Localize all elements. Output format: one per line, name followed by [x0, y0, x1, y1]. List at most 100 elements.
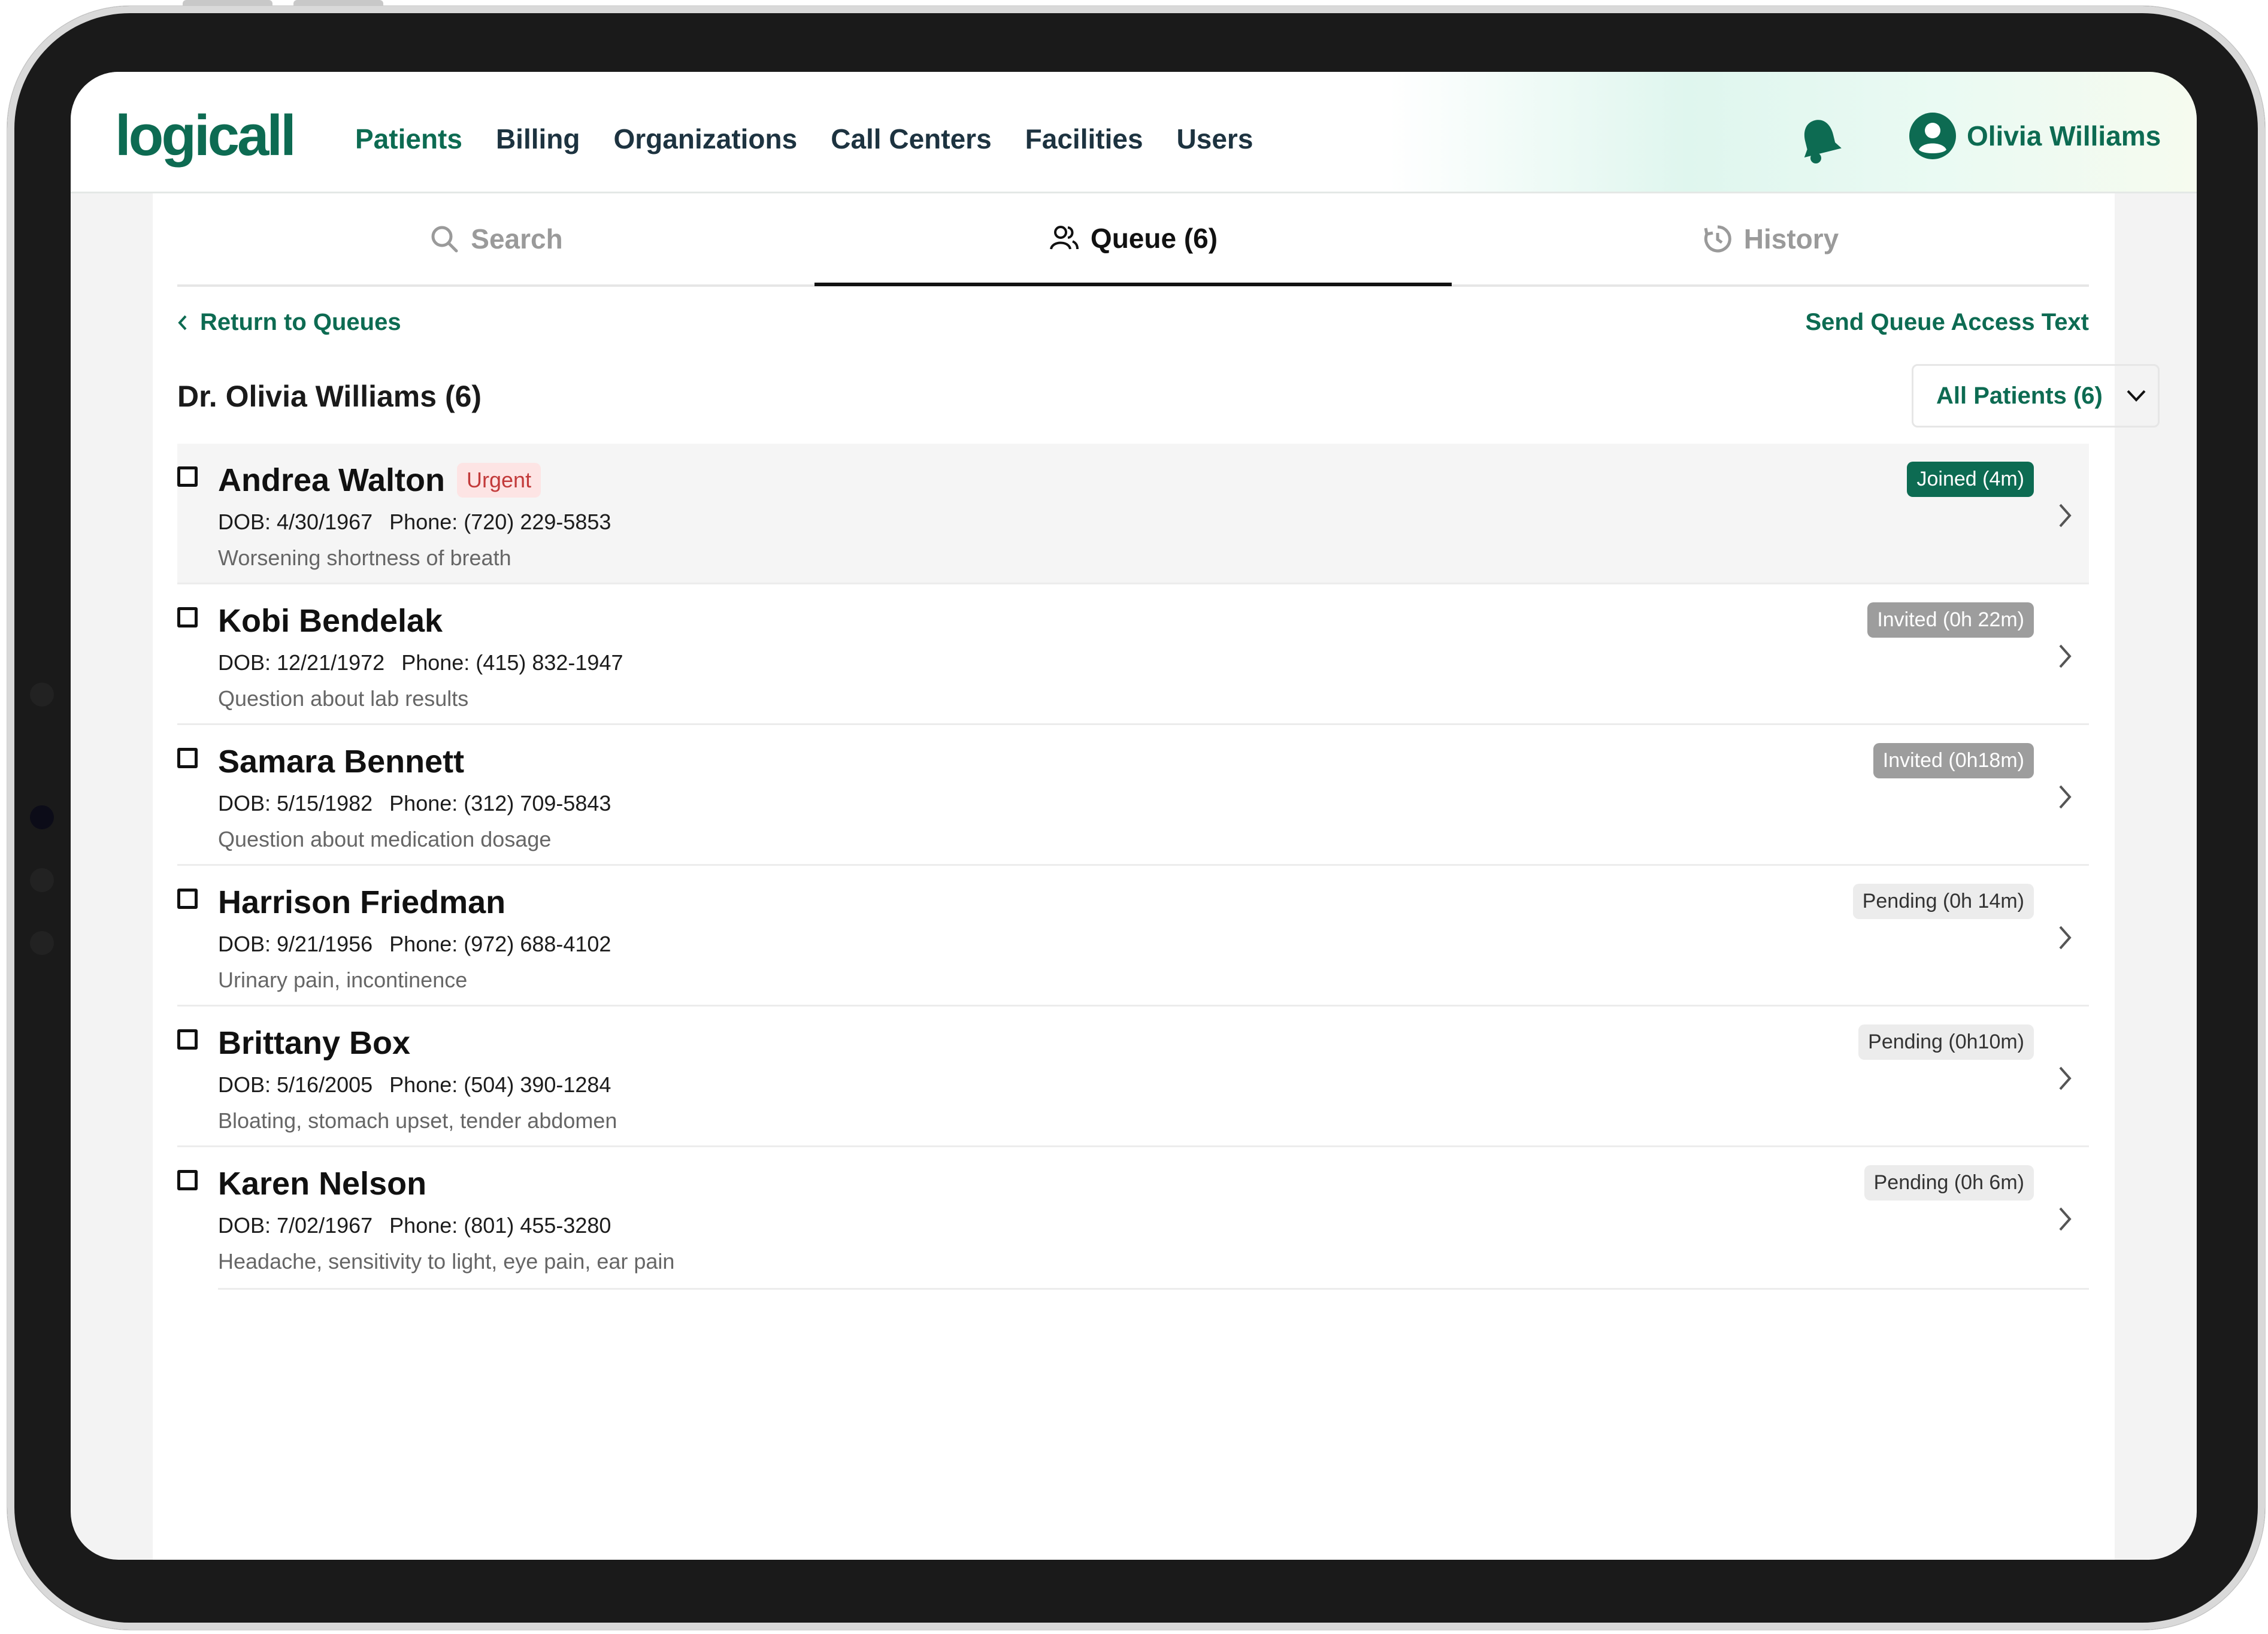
patient-phone: Phone: (720) 229-5853	[389, 510, 611, 534]
patient-dob: DOB: 7/02/1967	[218, 1213, 373, 1238]
status-badge: Invited (0h 22m)	[1867, 602, 2034, 638]
nav-call-centers[interactable]: Call Centers	[831, 123, 991, 155]
camera-dot	[30, 683, 54, 707]
row-checkbox[interactable]	[177, 889, 198, 909]
nav-facilities[interactable]: Facilities	[1025, 123, 1143, 155]
row-checkbox[interactable]	[177, 748, 198, 768]
patient-info: DOB: 5/15/1982 Phone: (312) 709-5843	[218, 791, 611, 816]
tab-search-label: Search	[471, 223, 563, 254]
tab-bar: Search Queue (6) History	[177, 193, 2089, 287]
patient-name-text: Andrea Walton	[218, 462, 446, 498]
patient-filter-select[interactable]: All Patients (6)	[1912, 364, 2160, 428]
device-button	[293, 0, 383, 6]
list-item[interactable]: Karen Nelson DOB: 7/02/1967 Phone: (801) …	[177, 1147, 2089, 1290]
chevron-left-icon	[178, 315, 187, 330]
device-button	[183, 0, 272, 6]
patient-phone: Phone: (504) 390-1284	[389, 1072, 611, 1097]
chevron-down-icon	[2127, 390, 2146, 402]
nav-users[interactable]: Users	[1177, 123, 1253, 155]
status-badge: Invited (0h18m)	[1873, 743, 2034, 778]
patient-name: Karen Nelson	[218, 1165, 426, 1202]
patient-name: Samara Bennett	[218, 743, 464, 780]
row-checkbox[interactable]	[177, 1029, 198, 1050]
patient-name-text: Brittany Box	[218, 1025, 411, 1061]
patient-info: DOB: 12/21/1972 Phone: (415) 832-1947	[218, 650, 623, 675]
patient-dob: DOB: 12/21/1972	[218, 650, 385, 675]
tab-history-label: History	[1743, 223, 1839, 254]
list-item[interactable]: Samara Bennett DOB: 5/15/1982 Phone: (312…	[177, 725, 2089, 866]
bell-icon[interactable]	[1795, 115, 1843, 165]
patient-phone: Phone: (312) 709-5843	[389, 791, 611, 816]
chevron-right-icon[interactable]	[2053, 499, 2077, 532]
tab-search[interactable]: Search	[177, 193, 814, 284]
sensor-dot	[30, 868, 54, 892]
chevron-right-icon[interactable]	[2053, 1062, 2077, 1095]
status-badge: Pending (0h 6m)	[1864, 1165, 2034, 1201]
list-item[interactable]: Kobi Bendelak DOB: 12/21/1972 Phone: (415…	[177, 584, 2089, 725]
chevron-right-icon[interactable]	[2053, 780, 2077, 814]
sensor-dot	[30, 931, 54, 955]
patient-dob: DOB: 5/16/2005	[218, 1072, 373, 1097]
row-checkbox[interactable]	[177, 466, 198, 487]
chevron-right-icon[interactable]	[2053, 1202, 2077, 1236]
chevron-right-icon[interactable]	[2053, 639, 2077, 673]
send-queue-access-text-link[interactable]: Send Queue Access Text	[1805, 309, 2089, 336]
camera-lens	[30, 805, 54, 829]
user-menu[interactable]: Olivia Williams	[1909, 113, 2161, 159]
patient-list: Andrea Walton Urgent DOB: 4/30/1967 Phone…	[177, 444, 2089, 1290]
patient-info: DOB: 7/02/1967 Phone: (801) 455-3280	[218, 1213, 611, 1238]
row-checkbox[interactable]	[177, 1170, 198, 1190]
chevron-right-icon[interactable]	[2053, 921, 2077, 954]
nav-billing[interactable]: Billing	[496, 123, 580, 155]
patient-reason: Headache, sensitivity to light, eye pain…	[218, 1249, 675, 1274]
patient-name-text: Karen Nelson	[218, 1166, 427, 1202]
status-badge: Joined (4m)	[1907, 462, 2034, 497]
status-badge: Pending (0h10m)	[1858, 1024, 2034, 1060]
patient-name: Harrison Friedman	[218, 884, 505, 921]
patient-reason: Question about lab results	[218, 686, 469, 711]
nav-patients[interactable]: Patients	[355, 123, 462, 155]
patient-dob: DOB: 4/30/1967	[218, 510, 373, 534]
patient-name-text: Samara Bennett	[218, 744, 465, 780]
list-item[interactable]: Brittany Box DOB: 5/16/2005 Phone: (504) …	[177, 1007, 2089, 1147]
nav-organizations[interactable]: Organizations	[614, 123, 798, 155]
patient-reason: Question about medication dosage	[218, 827, 552, 851]
patient-phone: Phone: (801) 455-3280	[389, 1213, 611, 1238]
patient-phone: Phone: (415) 832-1947	[401, 650, 623, 675]
patient-phone: Phone: (972) 688-4102	[389, 932, 611, 956]
main-content: Search Queue (6) History Return to Queue…	[153, 193, 2160, 1560]
patient-dob: DOB: 5/15/1982	[218, 791, 373, 816]
patient-info: DOB: 5/16/2005 Phone: (504) 390-1284	[218, 1072, 611, 1098]
patient-reason: Bloating, stomach upset, tender abdomen	[218, 1108, 617, 1133]
patient-name: Brittany Box	[218, 1024, 410, 1062]
main-nav: Patients Billing Organizations Call Cent…	[355, 123, 1253, 155]
patient-reason: Worsening shortness of breath	[218, 545, 511, 570]
user-avatar-icon	[1909, 113, 1956, 159]
search-icon	[431, 226, 458, 253]
screen: logicall Patients Billing Organizations …	[71, 72, 2197, 1560]
tab-queue-label: Queue (6)	[1090, 222, 1218, 254]
tab-queue[interactable]: Queue (6)	[814, 193, 1452, 286]
list-item[interactable]: Andrea Walton Urgent DOB: 4/30/1967 Phone…	[177, 444, 2089, 584]
patient-name: Andrea Walton Urgent	[218, 462, 541, 499]
urgent-tag: Urgent	[457, 463, 541, 498]
patient-name-text: Kobi Bendelak	[218, 603, 443, 639]
status-badge: Pending (0h 14m)	[1852, 884, 2034, 919]
row-checkbox[interactable]	[177, 607, 198, 627]
logo[interactable]: logicall	[115, 103, 296, 169]
user-name: Olivia Williams	[1967, 120, 2161, 151]
patient-name-text: Harrison Friedman	[218, 884, 506, 920]
patient-filter-value: All Patients (6)	[1936, 382, 2103, 409]
patient-info: DOB: 9/21/1956 Phone: (972) 688-4102	[218, 932, 611, 957]
patient-name: Kobi Bendelak	[218, 602, 443, 639]
patient-reason: Urinary pain, incontinence	[218, 968, 468, 992]
people-icon	[1049, 225, 1079, 250]
list-item[interactable]: Harrison Friedman DOB: 9/21/1956 Phone: (…	[177, 866, 2089, 1007]
patient-dob: DOB: 9/21/1956	[218, 932, 373, 956]
tab-history[interactable]: History	[1452, 193, 2089, 284]
return-to-queues-label: Return to Queues	[200, 309, 401, 335]
history-icon	[1704, 225, 1731, 253]
patient-info: DOB: 4/30/1967 Phone: (720) 229-5853	[218, 510, 611, 535]
top-navbar: logicall Patients Billing Organizations …	[71, 72, 2197, 193]
return-to-queues-link[interactable]: Return to Queues	[177, 309, 401, 336]
